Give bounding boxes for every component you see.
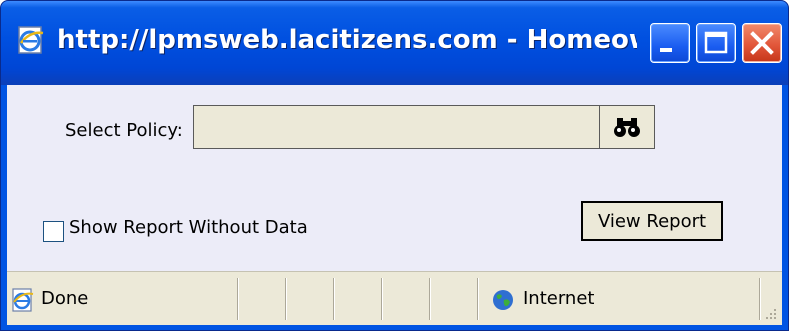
maximize-button[interactable] xyxy=(696,23,736,63)
status-divider xyxy=(285,278,287,320)
status-divider xyxy=(477,278,479,320)
show-report-without-data-checkbox[interactable] xyxy=(43,221,64,242)
show-report-without-data-label[interactable]: Show Report Without Data xyxy=(69,217,308,238)
status-divider xyxy=(759,278,761,320)
status-divider xyxy=(429,278,431,320)
status-divider xyxy=(381,278,383,320)
browser-popup-window: http://lpmsweb.lacitizens.com - Homeowne… xyxy=(0,0,789,331)
close-icon xyxy=(750,31,774,55)
status-divider xyxy=(333,278,335,320)
policy-lookup-button[interactable] xyxy=(599,105,655,149)
view-report-button[interactable]: View Report xyxy=(581,201,723,241)
ie-page-icon xyxy=(18,26,44,54)
globe-icon xyxy=(493,290,513,310)
security-zone-text: Internet xyxy=(523,288,595,309)
close-button[interactable] xyxy=(742,23,782,63)
policy-input[interactable] xyxy=(193,105,599,149)
dialog-body: Select Policy: Show Report Without Data … xyxy=(7,85,782,271)
resize-grip-icon[interactable] xyxy=(762,305,778,321)
ie-icon xyxy=(12,288,34,312)
status-bar: Done Internet xyxy=(7,271,782,325)
select-policy-label: Select Policy: xyxy=(65,120,183,141)
status-text: Done xyxy=(41,288,89,309)
maximize-icon xyxy=(704,31,728,54)
window-title: http://lpmsweb.lacitizens.com - Homeowne… xyxy=(57,25,637,55)
title-bar[interactable]: http://lpmsweb.lacitizens.com - Homeowne… xyxy=(1,1,788,85)
binoculars-icon xyxy=(614,118,640,137)
status-divider xyxy=(237,278,239,320)
minimize-icon xyxy=(660,48,672,52)
minimize-button[interactable] xyxy=(650,23,690,63)
